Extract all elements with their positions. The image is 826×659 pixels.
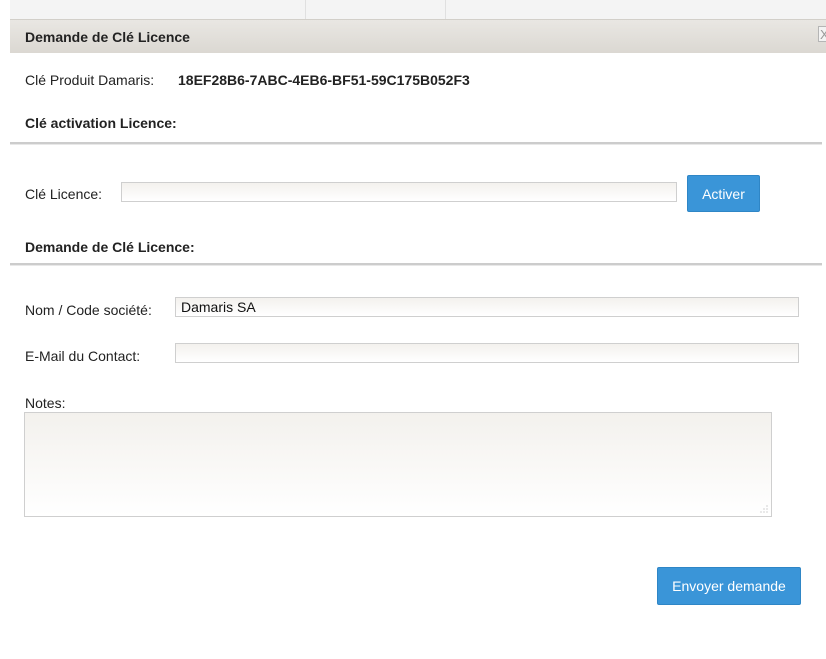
strip-divider <box>445 0 446 19</box>
activation-section-heading: Clé activation Licence: <box>25 115 177 131</box>
send-request-button[interactable]: Envoyer demande <box>657 567 801 605</box>
resize-grip-icon[interactable] <box>760 505 768 513</box>
licence-key-input[interactable] <box>121 182 677 202</box>
notes-textarea[interactable] <box>24 412 772 517</box>
dialog-titlebar[interactable]: Demande de Clé Licence X <box>10 19 826 53</box>
contact-email-label: E-Mail du Contact: <box>25 348 141 364</box>
licence-request-dialog: Demande de Clé Licence X Clé Produit Dam… <box>10 19 826 659</box>
request-section-heading: Demande de Clé Licence: <box>25 239 195 255</box>
notes-wrapper <box>24 412 772 517</box>
strip-divider <box>305 0 306 19</box>
licence-key-label: Clé Licence: <box>25 186 103 202</box>
company-input[interactable] <box>175 297 799 317</box>
product-key-label: Clé Produit Damaris: <box>25 72 155 88</box>
contact-email-input[interactable] <box>175 343 799 363</box>
activation-section-divider <box>10 142 822 145</box>
close-icon[interactable]: X <box>818 26 826 42</box>
dialog-title: Demande de Clé Licence <box>25 29 190 45</box>
request-section-divider <box>10 263 822 266</box>
background-window-strip <box>10 0 826 19</box>
company-label: Nom / Code société: <box>25 302 152 318</box>
activate-button[interactable]: Activer <box>687 175 760 212</box>
notes-label: Notes: <box>25 395 66 411</box>
product-key-value: 18EF28B6-7ABC-4EB6-BF51-59C175B052F3 <box>178 72 470 88</box>
